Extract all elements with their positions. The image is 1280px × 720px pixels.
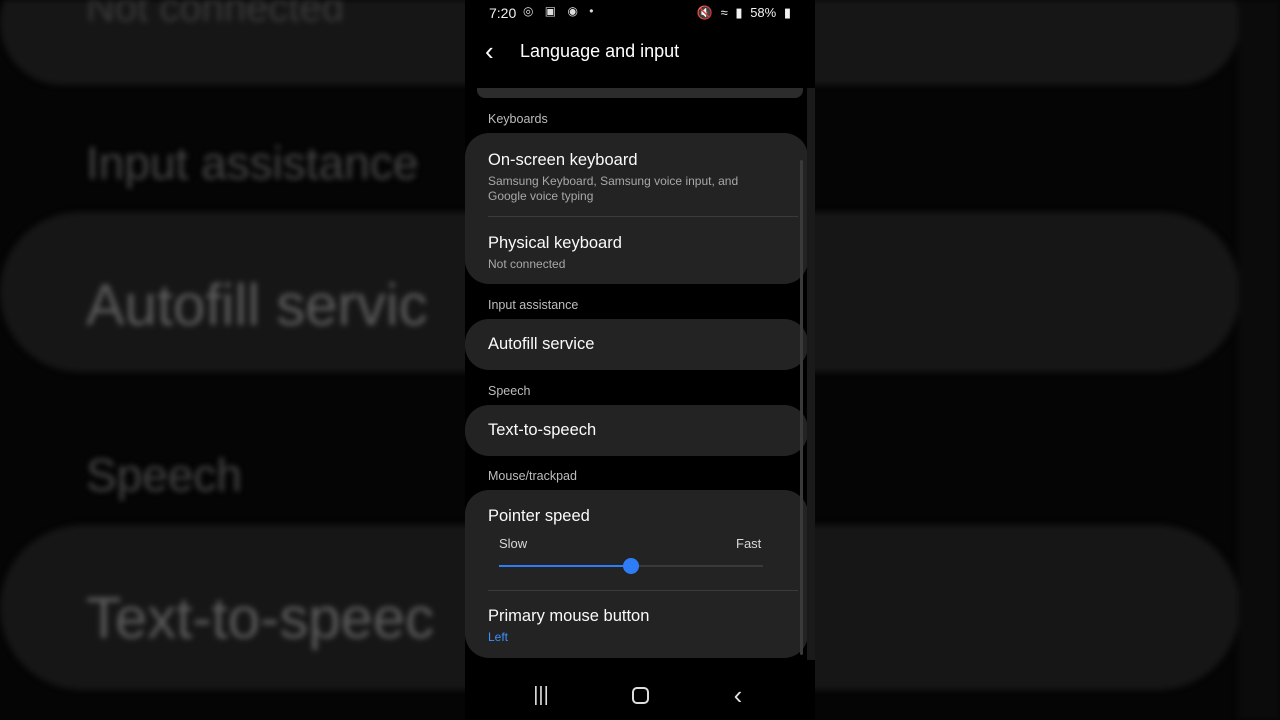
bg-text-not-connected: Not connected xyxy=(86,0,344,30)
autofill-service-title: Autofill service xyxy=(488,335,595,353)
slider-slow-label: Slow xyxy=(499,536,528,551)
primary-mouse-button-item[interactable]: Primary mouse button Left xyxy=(488,607,796,645)
bg-text-speech: Speech xyxy=(86,449,243,501)
status-icons: 🔇 ≈ ▮ 58% ▮ xyxy=(693,5,791,21)
input-assistance-card: Autofill service xyxy=(465,319,808,370)
section-input-assistance: Input assistance xyxy=(488,298,579,312)
divider xyxy=(488,590,798,591)
speech-card: Text-to-speech xyxy=(465,405,808,456)
page-title: Language and input xyxy=(520,41,680,61)
mouse-trackpad-card: Pointer speed Primary mouse button Left xyxy=(465,490,808,658)
keyboards-card: On-screen keyboard Samsung Keyboard, Sam… xyxy=(465,133,808,284)
mute-icon: 🔇 xyxy=(696,5,714,20)
pointer-speed-slider[interactable] xyxy=(499,558,763,574)
app-bar: ‹ Language and input xyxy=(465,34,815,70)
on-screen-keyboard-summary: Samsung Keyboard, Samsung voice input, a… xyxy=(488,174,739,203)
section-mouse-trackpad: Mouse/trackpad xyxy=(488,469,577,483)
pointer-speed-title: Pointer speed xyxy=(488,507,590,525)
nav-back-button[interactable]: ‹ xyxy=(718,680,758,710)
back-icon: ‹ xyxy=(733,680,743,710)
text-to-speech-item[interactable]: Text-to-speech xyxy=(488,421,796,440)
scrollbar[interactable] xyxy=(800,160,803,655)
notification-icons: ◎ ▣ ◉ • xyxy=(523,4,598,18)
battery-percent: 58% xyxy=(750,5,777,20)
section-keyboards: Keyboards xyxy=(488,112,548,126)
navigation-bar: ||| ‹ xyxy=(465,670,815,720)
recent-apps-icon: ||| xyxy=(533,684,549,706)
primary-mouse-button-title: Primary mouse button xyxy=(488,607,650,625)
phone-screen: 7:20 ◎ ▣ ◉ • 🔇 ≈ ▮ 58% ▮ ‹ Language and … xyxy=(465,0,815,720)
on-screen-keyboard-title: On-screen keyboard xyxy=(488,151,638,169)
physical-keyboard-item[interactable]: Physical keyboard Not connected xyxy=(488,234,796,272)
text-to-speech-title: Text-to-speech xyxy=(488,421,597,439)
status-bar: 7:20 ◎ ▣ ◉ • 🔇 ≈ ▮ 58% ▮ xyxy=(465,0,815,26)
divider xyxy=(488,216,798,217)
autofill-service-item[interactable]: Autofill service xyxy=(488,335,796,354)
previous-card-edge xyxy=(477,88,803,98)
pointer-speed-item: Pointer speed xyxy=(488,507,796,526)
primary-mouse-button-value: Left xyxy=(488,630,509,644)
home-button[interactable] xyxy=(620,680,660,710)
on-screen-keyboard-item[interactable]: On-screen keyboard Samsung Keyboard, Sam… xyxy=(488,151,796,204)
wifi-icon: ≈ xyxy=(720,5,728,20)
slider-thumb[interactable] xyxy=(623,558,639,574)
screen-edge xyxy=(807,88,815,660)
physical-keyboard-title: Physical keyboard xyxy=(488,234,622,252)
section-speech: Speech xyxy=(488,384,531,398)
home-icon xyxy=(631,687,649,705)
bg-text-autofill: Autofill servic xyxy=(86,273,428,338)
bg-text-tts: Text-to-speec xyxy=(86,586,435,651)
battery-icon: ▮ xyxy=(783,5,791,20)
status-time: 7:20 xyxy=(489,5,517,21)
bg-text-input-assistance: Input assistance xyxy=(86,137,419,189)
slider-fast-label: Fast xyxy=(736,536,762,551)
physical-keyboard-summary: Not connected xyxy=(488,257,566,271)
signal-icon: ▮ xyxy=(735,5,743,20)
back-arrow-icon: ‹ xyxy=(485,36,494,66)
recent-apps-button[interactable]: ||| xyxy=(521,680,561,710)
slider-fill xyxy=(499,565,631,567)
back-button[interactable]: ‹ xyxy=(485,36,494,66)
bg-right-strip xyxy=(1238,0,1280,720)
